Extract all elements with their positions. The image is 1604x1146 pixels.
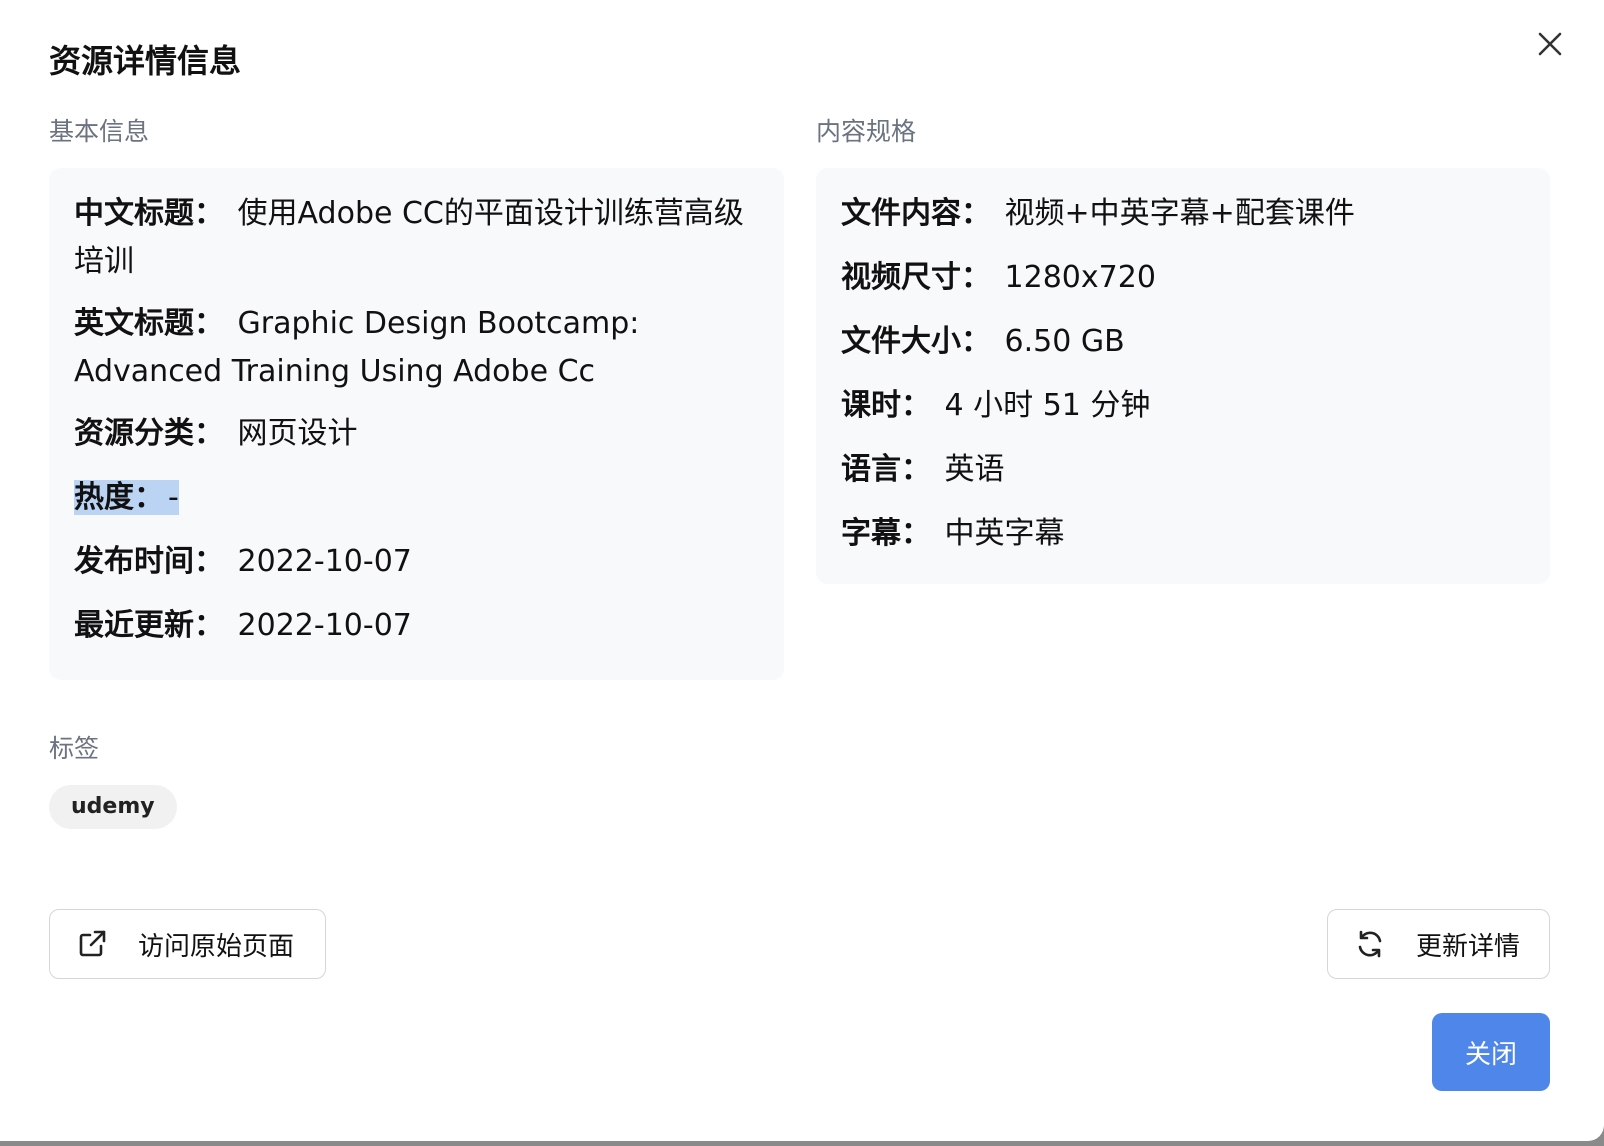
visit-original-page-label: 访问原始页面 bbox=[138, 931, 295, 962]
info-row-cn-title: 中文标题： 使用Adobe CC的平面设计训练营高级培训 bbox=[74, 190, 760, 286]
spec-value: 1280x720 bbox=[1004, 260, 1156, 295]
content-spec-panel: 文件内容： 视频+中英字幕+配套课件 视频尺寸： 1280x720 文件大小： … bbox=[816, 168, 1550, 584]
spec-label: 语言： bbox=[841, 452, 931, 487]
refresh-details-label: 更新详情 bbox=[1416, 931, 1521, 962]
spec-value: 4 小时 51 分钟 bbox=[944, 388, 1151, 423]
info-row-en-title: 英文标题： Graphic Design Bootcamp: Advanced … bbox=[74, 300, 760, 396]
refresh-details-button[interactable]: 更新详情 bbox=[1327, 909, 1550, 979]
spec-value: 6.50 GB bbox=[1004, 324, 1125, 359]
dialog-title: 资源详情信息 bbox=[49, 42, 242, 80]
external-link-icon bbox=[76, 928, 108, 960]
spec-value: 中英字幕 bbox=[944, 516, 1065, 551]
info-value: 网页设计 bbox=[237, 416, 358, 451]
basic-info-panel: 中文标题： 使用Adobe CC的平面设计训练营高级培训 英文标题： Graph… bbox=[49, 168, 784, 680]
info-label: 最近更新： bbox=[74, 608, 224, 643]
spec-row-subtitles: 字幕： 中英字幕 bbox=[841, 510, 1526, 558]
info-value: 2022-10-07 bbox=[237, 544, 412, 579]
refresh-icon bbox=[1354, 928, 1386, 960]
close-button[interactable]: 关闭 bbox=[1432, 1013, 1550, 1091]
spec-label: 课时： bbox=[841, 388, 931, 423]
tags-heading: 标签 bbox=[49, 734, 100, 763]
content-spec-heading: 内容规格 bbox=[816, 117, 917, 146]
spec-row-file-size: 文件大小： 6.50 GB bbox=[841, 318, 1526, 366]
basic-info-heading: 基本信息 bbox=[49, 117, 150, 146]
info-row-popularity: 热度： - bbox=[74, 474, 760, 522]
info-row-category: 资源分类： 网页设计 bbox=[74, 410, 760, 458]
selected-text: 热度： - bbox=[74, 480, 179, 515]
tag-chip[interactable]: udemy bbox=[49, 785, 177, 829]
visit-original-page-button[interactable]: 访问原始页面 bbox=[49, 909, 326, 979]
info-label: 中文标题： bbox=[74, 196, 224, 231]
spec-label: 视频尺寸： bbox=[841, 260, 991, 295]
spec-label: 字幕： bbox=[841, 516, 931, 551]
spec-row-duration: 课时： 4 小时 51 分钟 bbox=[841, 382, 1526, 430]
spec-row-language: 语言： 英语 bbox=[841, 446, 1526, 494]
spec-row-video-size: 视频尺寸： 1280x720 bbox=[841, 254, 1526, 302]
spec-value: 英语 bbox=[944, 452, 1005, 487]
spec-row-file-content: 文件内容： 视频+中英字幕+配套课件 bbox=[841, 190, 1526, 238]
info-label: 英文标题： bbox=[74, 306, 224, 341]
close-icon[interactable] bbox=[1532, 26, 1568, 62]
spec-label: 文件大小： bbox=[841, 324, 991, 359]
info-value: 2022-10-07 bbox=[237, 608, 412, 643]
info-row-publish-date: 发布时间： 2022-10-07 bbox=[74, 538, 760, 586]
info-value: - bbox=[168, 480, 179, 515]
info-label: 发布时间： bbox=[74, 544, 224, 579]
info-label: 热度： bbox=[74, 480, 164, 515]
resource-detail-dialog: 资源详情信息 基本信息 中文标题： 使用Adobe CC的平面设计训练营高级培训… bbox=[0, 0, 1604, 1141]
info-label: 资源分类： bbox=[74, 416, 224, 451]
spec-value: 视频+中英字幕+配套课件 bbox=[1004, 196, 1355, 231]
info-row-last-update: 最近更新： 2022-10-07 bbox=[74, 602, 760, 650]
spec-label: 文件内容： bbox=[841, 196, 991, 231]
